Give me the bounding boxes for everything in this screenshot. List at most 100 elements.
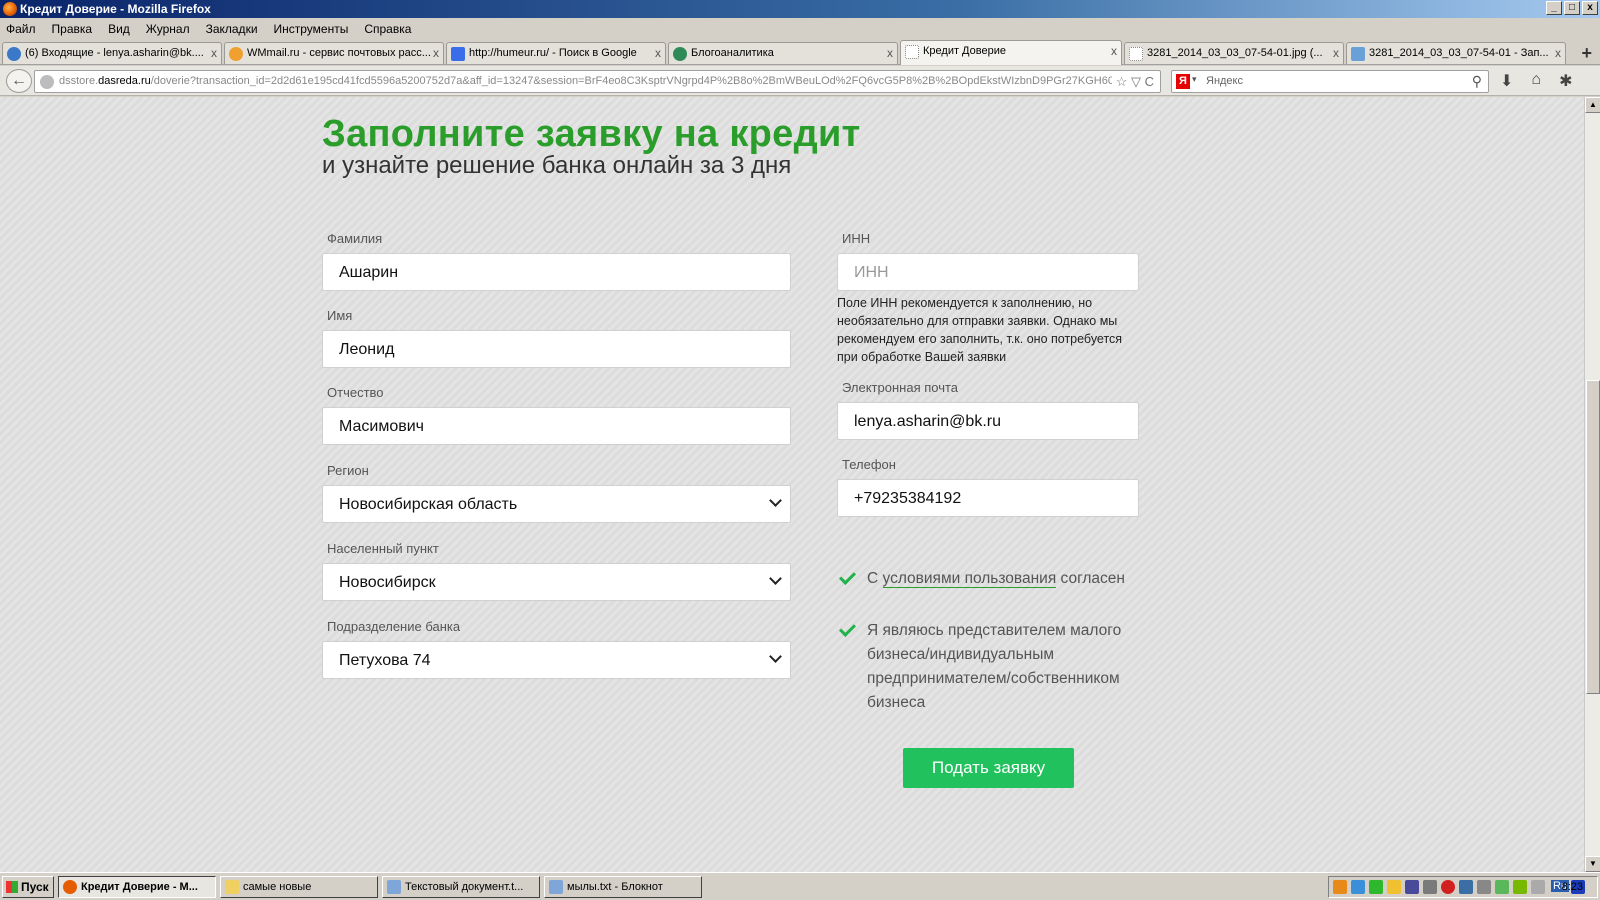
tab-close-icon[interactable]: x [211, 46, 217, 60]
menu-edit[interactable]: Правка [52, 22, 93, 36]
site-identity-icon[interactable] [40, 75, 54, 89]
new-tab-button[interactable]: + [1581, 43, 1592, 64]
page-icon [905, 45, 919, 59]
address-bar[interactable]: dsstore.dasreda.ru/doverie?transaction_i… [34, 70, 1161, 93]
tab-close-icon[interactable]: x [1333, 46, 1339, 60]
tray-app-icon[interactable] [1441, 880, 1455, 894]
start-button[interactable]: Пуск [2, 876, 54, 898]
tab-close-icon[interactable]: x [1111, 44, 1117, 58]
tab-close-icon[interactable]: x [887, 46, 893, 60]
submit-button[interactable]: Подать заявку [903, 748, 1074, 788]
tray-app-icon[interactable] [1495, 880, 1509, 894]
tab-image-upload[interactable]: 3281_2014_03_03_07-54-01 - Зап... x [1346, 42, 1566, 64]
firefox-icon [3, 2, 17, 16]
navigation-bar: ← dsstore.dasreda.ru/doverie?transaction… [0, 66, 1600, 96]
maximize-button[interactable]: □ [1564, 1, 1580, 15]
tab-label: 3281_2014_03_03_07-54-01 - Зап... [1369, 47, 1549, 59]
blog-icon [673, 47, 687, 61]
tab-google-search[interactable]: http://humeur.ru/ - Поиск в Google x [446, 42, 666, 64]
terms-link[interactable]: условиями пользования [882, 570, 1057, 588]
tab-label: WMmail.ru - сервис почтовых расс... [247, 47, 431, 59]
clock: 8:23 [1561, 881, 1583, 893]
windows-logo-icon [6, 881, 18, 893]
lastname-input[interactable]: Ашарин [322, 253, 791, 291]
task-label: самые новые [243, 881, 312, 893]
tab-close-icon[interactable]: x [433, 46, 439, 60]
back-button[interactable]: ← [6, 69, 32, 93]
branch-select[interactable]: Петухова 74 [322, 641, 791, 679]
tab-kredit-doverie[interactable]: Кредит Доверие x [900, 40, 1122, 65]
tray-app-icon[interactable] [1513, 880, 1527, 894]
page-scrollbar[interactable]: ▲ ▼ [1584, 97, 1600, 872]
menu-tools[interactable]: Инструменты [274, 22, 349, 36]
start-label: Пуск [21, 880, 49, 894]
tab-close-icon[interactable]: x [655, 46, 661, 60]
scroll-down-icon[interactable]: ▼ [1585, 856, 1600, 872]
menu-bookmarks[interactable]: Закладки [206, 22, 258, 36]
tab-inbox[interactable]: (6) Входящие - lenya.asharin@bk.... x [2, 42, 222, 64]
taskbar-item-firefox[interactable]: Кредит Доверие - М... [58, 876, 216, 898]
page-content: Заполните заявку на кредит и узнайте реш… [0, 97, 1584, 872]
city-select[interactable]: Новосибирск [322, 563, 791, 601]
url-bar-icons[interactable]: ☆ ▽ C [1111, 74, 1154, 90]
tray-app-icon[interactable] [1351, 880, 1365, 894]
terms-checkbox[interactable] [838, 568, 856, 586]
taskbar-item-folder[interactable]: самые новые [220, 876, 378, 898]
page-subtitle: и узнайте решение банка онлайн за 3 дня [322, 152, 792, 179]
terms-prefix: С [867, 570, 883, 587]
firstname-input[interactable]: Леонид [322, 330, 791, 368]
email-input[interactable]: lenya.asharin@bk.ru [837, 402, 1139, 440]
tray-app-icon[interactable] [1459, 880, 1473, 894]
tab-label: 3281_2014_03_03_07-54-01.jpg (... [1147, 47, 1323, 59]
download-icon[interactable]: ⬇ [1500, 71, 1513, 91]
photo-icon [1351, 47, 1365, 61]
close-window-button[interactable]: x [1582, 1, 1598, 15]
tray-app-icon[interactable] [1477, 880, 1491, 894]
taskbar-item-notepad[interactable]: мылы.txt - Блокнот [544, 876, 702, 898]
tab-label: (6) Входящие - lenya.asharin@bk.... [25, 47, 204, 59]
yandex-icon[interactable]: Я [1176, 74, 1190, 89]
google-icon [451, 47, 465, 61]
addon-icon[interactable]: ✱ [1559, 71, 1572, 91]
menu-view[interactable]: Вид [108, 22, 130, 36]
branch-value: Петухова 74 [339, 652, 431, 669]
menu-history[interactable]: Журнал [146, 22, 190, 36]
tab-wmmail[interactable]: WMmail.ru - сервис почтовых расс... x [224, 42, 444, 64]
firefox-icon [63, 880, 77, 894]
search-bar[interactable]: Я ▾ Яндекс ⚲ [1171, 70, 1489, 93]
region-select[interactable]: Новосибирская область [322, 485, 791, 523]
terms-label: С условиями пользования согласен [867, 567, 1125, 591]
menu-file[interactable]: Файл [6, 22, 36, 36]
chevron-down-icon [769, 494, 782, 507]
search-engine-dropdown-icon[interactable]: ▾ [1192, 74, 1197, 85]
home-icon[interactable]: ⌂ [1531, 71, 1541, 91]
tray-app-icon[interactable] [1531, 880, 1545, 894]
scroll-thumb[interactable] [1586, 380, 1600, 694]
minimize-button[interactable]: _ [1546, 1, 1562, 15]
chevron-down-icon [769, 650, 782, 663]
lastname-label: Фамилия [327, 231, 383, 246]
task-label: Кредит Доверие - М... [81, 881, 198, 893]
inn-label: ИНН [842, 231, 871, 246]
terms-suffix: согласен [1056, 570, 1125, 587]
tab-blogoanalitika[interactable]: Блогоаналитика x [668, 42, 898, 64]
tray-app-icon[interactable] [1405, 880, 1419, 894]
url-domain: dasreda.ru [98, 75, 151, 87]
taskbar-item-text-document[interactable]: Текстовый документ.t... [382, 876, 540, 898]
phone-input[interactable]: +79235384192 [837, 479, 1139, 517]
business-checkbox[interactable] [838, 620, 856, 638]
tray-app-icon[interactable] [1387, 880, 1401, 894]
business-label: Я являюсь представителем малого бизнеса/… [867, 622, 1122, 711]
menu-help[interactable]: Справка [364, 22, 411, 36]
tray-app-icon[interactable] [1369, 880, 1383, 894]
tab-image-jpg[interactable]: 3281_2014_03_03_07-54-01.jpg (... x [1124, 42, 1344, 64]
tray-app-icon[interactable] [1423, 880, 1437, 894]
inn-input[interactable]: ИНН [837, 253, 1139, 291]
scroll-up-icon[interactable]: ▲ [1585, 97, 1600, 113]
tray-app-icon[interactable] [1333, 880, 1347, 894]
tab-close-icon[interactable]: x [1555, 46, 1561, 60]
tab-label: Блогоаналитика [691, 47, 774, 59]
region-value: Новосибирская область [339, 496, 518, 513]
search-icon[interactable]: ⚲ [1472, 73, 1482, 90]
patronymic-input[interactable]: Масимович [322, 407, 791, 445]
